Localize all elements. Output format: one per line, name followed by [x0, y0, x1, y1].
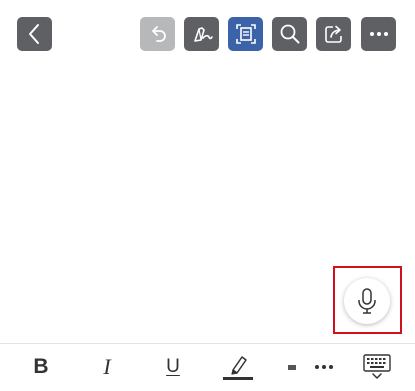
chevron-left-icon — [28, 24, 39, 44]
dictation-mic-button[interactable] — [344, 278, 390, 324]
highlighter-button[interactable] — [221, 344, 255, 390]
share-icon — [324, 25, 342, 43]
fit-page-icon — [235, 24, 256, 44]
bold-button[interactable]: B — [26, 344, 56, 390]
keyboard-hide-icon — [363, 354, 391, 379]
microphone-icon — [358, 288, 376, 314]
search-button[interactable] — [272, 17, 307, 51]
highlighter-icon — [223, 356, 253, 380]
fit-page-button[interactable] — [228, 17, 263, 51]
scroll-indicator — [286, 344, 298, 390]
more-horizontal-icon — [315, 365, 333, 369]
more-button[interactable] — [361, 17, 396, 51]
more-format-button[interactable] — [309, 344, 339, 390]
format-toolbar: B I U — [0, 343, 415, 391]
back-button[interactable] — [17, 17, 52, 51]
more-horizontal-icon — [369, 32, 388, 36]
italic-button[interactable]: I — [92, 344, 122, 390]
undo-button[interactable] — [140, 17, 175, 51]
hide-keyboard-button[interactable] — [358, 344, 396, 390]
share-button[interactable] — [316, 17, 351, 51]
undo-icon — [151, 26, 166, 42]
underline-button[interactable]: U — [158, 344, 188, 390]
pen-sign-button[interactable] — [184, 17, 219, 51]
search-icon — [280, 24, 299, 44]
pen-sign-icon — [193, 27, 213, 42]
